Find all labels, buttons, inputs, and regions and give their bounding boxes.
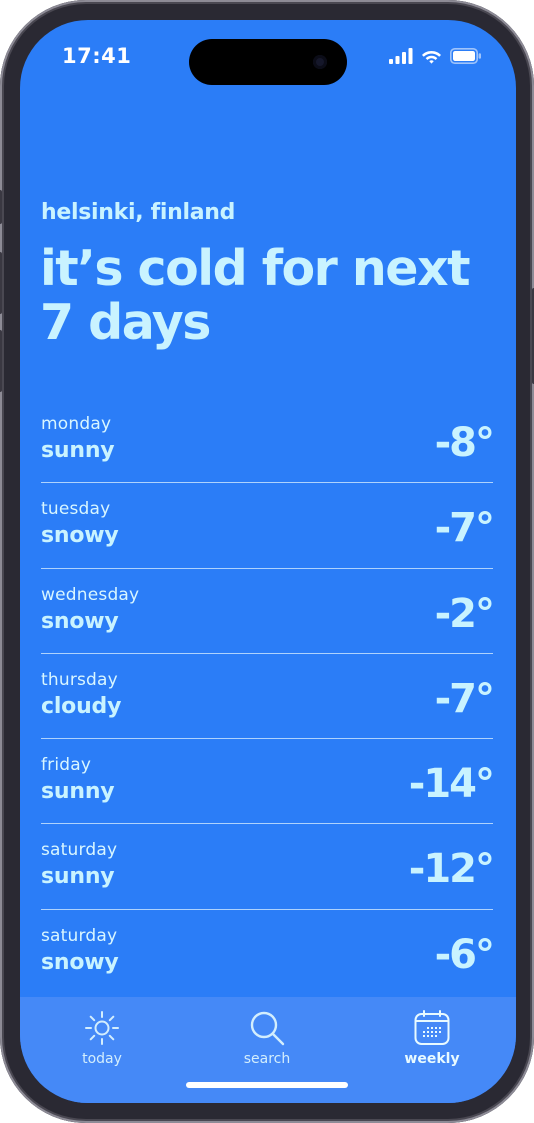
forecast-list: monday sunny -8° tuesday snowy -7° wedne… (41, 398, 495, 995)
volume-up-button (0, 252, 2, 314)
tab-weekly[interactable]: weekly (372, 1009, 492, 1071)
day-temperature: -14° (408, 761, 495, 808)
day-name: friday (41, 755, 92, 776)
tab-label: search (243, 1051, 291, 1067)
day-name: tuesday (41, 499, 111, 520)
day-condition: cloudy (41, 693, 122, 719)
action-button (0, 190, 2, 224)
forecast-row: saturday snowy -6° (41, 910, 495, 995)
camera-icon (313, 55, 327, 69)
magnifier-icon (250, 1011, 285, 1046)
forecast-row: tuesday snowy -7° (41, 483, 495, 569)
day-temperature: -7° (434, 505, 495, 552)
app-screen: 17:41 helsinki, finland it’s cold for ne… (20, 20, 516, 1103)
tab-search[interactable]: search (207, 1009, 327, 1071)
day-condition: snowy (41, 949, 119, 975)
status-bar: 17:41 (20, 20, 516, 100)
forecast-headline: it’s cold for next 7 days (40, 240, 471, 351)
forecast-row: thursday cloudy -7° (41, 654, 495, 740)
tab-label: today (82, 1051, 122, 1067)
day-temperature: -8° (434, 420, 495, 466)
day-condition: sunny (41, 438, 115, 463)
day-name: monday (41, 414, 112, 434)
dynamic-island (189, 39, 347, 85)
tab-today[interactable]: today (42, 1009, 162, 1071)
wifi-icon (422, 51, 441, 64)
day-condition: sunny (41, 864, 115, 890)
forecast-row: friday sunny -14° (41, 739, 495, 825)
day-temperature: -7° (434, 675, 495, 722)
volume-down-button (0, 330, 2, 392)
battery-icon (450, 48, 481, 64)
day-condition: snowy (41, 608, 119, 634)
calendar-icon (414, 1010, 450, 1045)
status-icons (389, 48, 482, 64)
forecast-row: monday sunny -8° (41, 398, 495, 484)
day-temperature: -12° (408, 846, 495, 893)
day-temperature: -2° (434, 590, 495, 637)
day-name: saturday (41, 925, 118, 946)
location-label: helsinki, finland (41, 200, 236, 225)
day-name: saturday (41, 840, 118, 861)
tab-label: weekly (404, 1051, 460, 1067)
home-indicator[interactable] (186, 1082, 348, 1088)
forecast-row: wednesday snowy -2° (41, 569, 495, 654)
phone-frame: 17:41 helsinki, finland it’s cold for ne… (0, 0, 534, 1123)
cellular-signal-icon (389, 48, 413, 64)
status-time: 17:41 (62, 44, 132, 68)
day-name: wednesday (41, 584, 140, 605)
day-name: thursday (41, 669, 118, 690)
day-condition: sunny (41, 779, 115, 805)
forecast-row: saturday sunny -12° (41, 824, 495, 910)
day-condition: snowy (41, 523, 119, 549)
day-temperature: -6° (434, 931, 495, 978)
sun-icon (85, 1011, 119, 1045)
